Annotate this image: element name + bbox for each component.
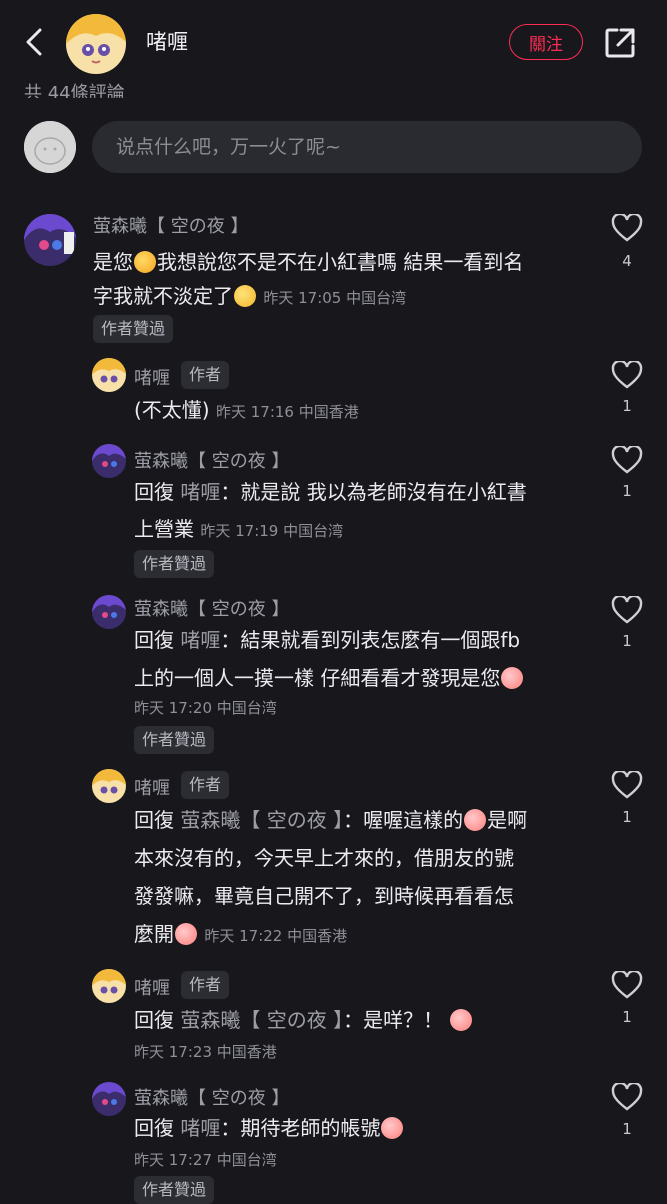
reply-prefix: 回復 xyxy=(134,808,174,832)
author-liked-tag: 作者贊過 xyxy=(93,315,174,343)
comment-text: 字我就不淡定了 xyxy=(93,284,233,308)
comment-text-line: 字我就不淡定了 昨天 17:05 中国台湾 xyxy=(93,277,406,317)
reply-username[interactable]: 啫喱 xyxy=(134,364,170,390)
reply-text: 上營業 xyxy=(134,517,194,541)
reply-text-line: 回復 啫喱：期待老師的帳號 xyxy=(134,1109,404,1147)
reply-username[interactable]: 啫喱 xyxy=(134,974,170,1000)
like-count: 1 xyxy=(622,1008,632,1026)
reply-text-line: (不太懂) 昨天 17:16 中国香港 xyxy=(134,391,359,431)
crying-laugh-emoji-icon xyxy=(464,809,487,831)
reply-target[interactable]: 啫喱 xyxy=(180,1116,220,1140)
reply-avatar[interactable] xyxy=(92,358,126,392)
crying-laugh-emoji-icon xyxy=(175,923,197,945)
reply-time: 昨天 17:27 中国台湾 xyxy=(134,1151,277,1169)
reply-target[interactable]: 啫喱 xyxy=(180,480,220,504)
comment-text-line: 是您 我想說您不是不在小紅書嗎 結果一看到名 xyxy=(93,243,523,281)
reply-text-line: 上的一個人一摸一樣 仔細看看才發現是您 xyxy=(134,659,524,697)
reply-text-line: 回復 萤森曦【 空の夜 】：是咩？！ xyxy=(134,1001,473,1039)
peach-emoji-icon xyxy=(450,1009,473,1031)
like-count: 1 xyxy=(622,1120,632,1138)
like-heart-icon[interactable] xyxy=(611,771,643,799)
reply-username[interactable]: 啫喱 xyxy=(134,774,170,800)
reply-text: ：期待老師的帳號 xyxy=(220,1116,381,1140)
like-heart-icon[interactable] xyxy=(611,214,643,242)
follow-button[interactable]: 關注 xyxy=(509,24,583,60)
comment-count: 共 44條評論 xyxy=(24,83,125,98)
reply-text-line: 發發嘛，畢竟自己開不了，到時候再看看怎 xyxy=(134,884,514,908)
reply-target[interactable]: 啫喱 xyxy=(180,628,220,652)
reply-text: ：是咩？！ xyxy=(343,1008,444,1032)
like-count: 4 xyxy=(622,252,632,270)
reply-text: (不太懂) xyxy=(134,398,210,422)
top-bar: 啫喱 關注 xyxy=(0,0,667,86)
reply-text: 麼開 xyxy=(134,922,174,946)
my-avatar xyxy=(24,121,76,173)
like-count: 1 xyxy=(622,397,632,415)
reply-text: ：結果就看到列表怎麼有一個跟fb xyxy=(220,628,521,652)
reply-time: 昨天 17:20 中国台湾 xyxy=(134,699,277,717)
reply-time: 昨天 17:16 中国香港 xyxy=(215,403,359,421)
comment-input[interactable]: 说点什么吧，万一火了呢~ xyxy=(92,121,642,173)
like-heart-icon[interactable] xyxy=(611,971,643,999)
like-heart-icon[interactable] xyxy=(611,596,643,624)
reply-text-line: 回復 萤森曦【 空の夜 】：喔喔這樣的 是啊 xyxy=(134,801,527,839)
commenter-avatar[interactable] xyxy=(24,214,76,266)
reply-time: 昨天 17:19 中国台湾 xyxy=(200,522,344,540)
reply-avatar[interactable] xyxy=(92,444,126,478)
surprised-emoji-icon xyxy=(234,285,256,307)
reply-prefix: 回復 xyxy=(134,480,174,504)
reply-target[interactable]: 萤森曦【 空の夜 】 xyxy=(180,1008,343,1032)
like-heart-icon[interactable] xyxy=(611,361,643,389)
reply-text-line: 麼開 昨天 17:22 中国香港 xyxy=(134,915,347,955)
reply-text: 是啊 xyxy=(487,808,528,832)
reply-time: 昨天 17:23 中国香港 xyxy=(134,1043,277,1061)
share-icon[interactable] xyxy=(603,26,637,60)
back-arrow-icon[interactable] xyxy=(18,24,54,60)
reply-avatar[interactable] xyxy=(92,769,126,803)
like-heart-icon[interactable] xyxy=(611,446,643,474)
author-liked-tag: 作者贊過 xyxy=(134,726,215,754)
reply-text-line: 上營業 昨天 17:19 中国台湾 xyxy=(134,510,343,550)
reply-avatar[interactable] xyxy=(92,595,126,629)
grin-emoji-icon xyxy=(134,251,156,273)
author-liked-tag: 作者贊過 xyxy=(134,550,215,578)
reply-username[interactable]: 萤森曦【 空の夜 】 xyxy=(134,447,289,473)
author-badge: 作者 xyxy=(181,971,230,999)
reply-avatar[interactable] xyxy=(92,969,126,1003)
comment-time: 昨天 17:05 中国台湾 xyxy=(263,289,407,307)
reply-prefix: 回復 xyxy=(134,628,174,652)
reply-target[interactable]: 萤森曦【 空の夜 】 xyxy=(180,808,343,832)
reply-prefix: 回復 xyxy=(134,1008,174,1032)
reply-avatar[interactable] xyxy=(92,1082,126,1116)
reply-text: 上的一個人一摸一樣 仔細看看才發現是您 xyxy=(134,666,501,690)
reply-username[interactable]: 萤森曦【 空の夜 】 xyxy=(134,595,289,621)
reply-text-line: 回復 啫喱：結果就看到列表怎麼有一個跟fb xyxy=(134,621,520,659)
reply-text-line: 回復 啫喱：就是說 我以為老師沒有在小紅書 xyxy=(134,473,527,511)
reply-prefix: 回復 xyxy=(134,1116,174,1140)
reply-text: ：就是說 我以為老師沒有在小紅書 xyxy=(220,480,527,504)
like-count: 1 xyxy=(622,482,632,500)
like-count: 1 xyxy=(622,632,632,650)
peach-emoji-icon xyxy=(501,667,524,689)
like-count: 1 xyxy=(622,808,632,826)
comment-text: 我想說您不是不在小紅書嗎 結果一看到名 xyxy=(157,250,524,274)
comment-username[interactable]: 萤森曦【 空の夜 】 xyxy=(93,212,248,238)
reply-text: ：喔喔這樣的 xyxy=(343,808,464,832)
author-name[interactable]: 啫喱 xyxy=(146,26,188,56)
author-badge: 作者 xyxy=(181,771,230,799)
author-avatar[interactable] xyxy=(66,14,126,74)
author-badge: 作者 xyxy=(181,361,230,389)
reply-username[interactable]: 萤森曦【 空の夜 】 xyxy=(134,1084,289,1110)
like-heart-icon[interactable] xyxy=(611,1083,643,1111)
reply-text-line: 本來沒有的，今天早上才來的，借朋友的號 xyxy=(134,846,514,870)
peach-emoji-icon xyxy=(381,1117,404,1139)
reply-time: 昨天 17:22 中国香港 xyxy=(204,927,348,945)
comment-text: 是您 xyxy=(93,250,133,274)
